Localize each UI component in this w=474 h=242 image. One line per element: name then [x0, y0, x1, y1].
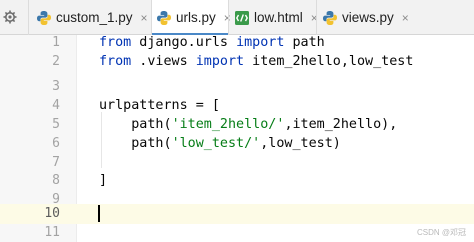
tab-divider: [28, 0, 29, 35]
tab-divider: [228, 0, 229, 35]
module-name: django.urls: [131, 35, 237, 50]
tab-views-py[interactable]: views.py ×: [322, 0, 417, 35]
string-literal: 'item_2hello/': [171, 117, 285, 132]
close-icon[interactable]: ×: [402, 12, 409, 24]
call-args: ,item_2hello),: [284, 117, 398, 132]
code-line-4[interactable]: urlpatterns = [: [99, 96, 220, 116]
tab-label: low.html: [254, 10, 303, 25]
python-file-icon: [157, 10, 171, 25]
keyword-import: import: [195, 54, 245, 69]
close-icon[interactable]: ×: [141, 12, 148, 24]
tab-urls-py[interactable]: urls.py ×: [152, 0, 231, 36]
imported-names: item_2hello,low_test: [244, 54, 414, 69]
watermark: CSDN @邓冠: [416, 228, 466, 237]
python-file-icon: [37, 10, 51, 25]
module-name: .views: [131, 54, 196, 69]
string-literal: 'low_test/': [171, 136, 261, 151]
call-args: ,low_test): [260, 136, 341, 151]
line-number: 4: [52, 98, 60, 113]
code-line-1[interactable]: from django.urls import path: [99, 33, 325, 53]
line-number: 2: [52, 54, 60, 69]
tab-label: views.py: [342, 10, 394, 25]
text-caret: [98, 205, 100, 222]
line-number-current: 10: [44, 206, 60, 221]
keyword-import: import: [236, 35, 285, 50]
imported-names: path: [284, 35, 325, 50]
html-file-icon: [235, 10, 249, 25]
tab-label: urls.py: [176, 10, 216, 25]
code-line-6[interactable]: path('low_test/',low_test): [99, 134, 341, 154]
tab-label: custom_1.py: [56, 10, 133, 25]
current-line-highlight: [0, 204, 474, 224]
keyword-from: from: [99, 35, 132, 50]
tab-custom-1-py[interactable]: custom_1.py ×: [36, 0, 151, 35]
line-number: 11: [44, 225, 60, 240]
editor-tab-bar: custom_1.py × urls.py × low.html × views…: [0, 0, 474, 36]
call-open: path(: [99, 117, 172, 132]
code-line-2[interactable]: from .views import item_2hello,low_test: [99, 52, 413, 72]
tab-divider: [316, 0, 317, 35]
code-line-5[interactable]: path('item_2hello/',item_2hello),: [99, 115, 397, 135]
gear-icon[interactable]: [3, 10, 17, 24]
line-number: 8: [52, 173, 60, 188]
call-open: path(: [99, 136, 172, 151]
line-number: 5: [52, 117, 60, 132]
line-number: 6: [52, 136, 60, 151]
keyword-from: from: [99, 54, 132, 69]
line-number: 3: [52, 79, 60, 94]
code-line-8[interactable]: ]: [99, 171, 107, 191]
tab-low-html[interactable]: low.html ×: [234, 0, 318, 35]
python-file-icon: [323, 10, 337, 25]
line-number: 7: [52, 155, 60, 170]
line-number: 1: [52, 35, 60, 50]
